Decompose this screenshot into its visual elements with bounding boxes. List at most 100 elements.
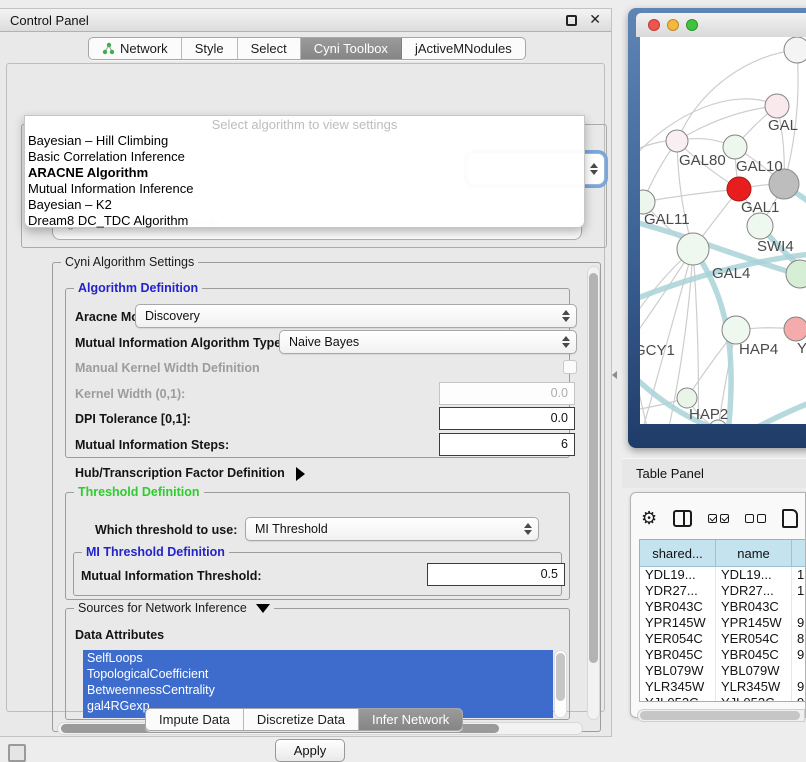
tab-impute-data[interactable]: Impute Data (146, 709, 244, 730)
tab-label: Select (251, 41, 287, 56)
apply-button[interactable]: Apply (275, 739, 345, 762)
mi-type-label: Mutual Information Algorithm Type: (75, 336, 285, 350)
network-node[interactable] (765, 94, 789, 118)
table-cell: YBR045C (716, 647, 792, 663)
attribute-list-item[interactable]: TopologicalCoefficient (83, 666, 553, 682)
cyni-toolbox-panel: gal-filtered.sif default node Select alg… (6, 63, 605, 712)
tab-jactivemnodules[interactable]: jActiveMNodules (402, 38, 525, 59)
settings-vertical-scrollbar[interactable] (587, 266, 600, 720)
network-edge[interactable] (640, 249, 693, 356)
cyni-bottom-tabbar: Impute DataDiscretize DataInfer Network (145, 708, 463, 731)
table-cell: YBR043C (716, 599, 792, 615)
attributes-scrollbar[interactable] (554, 650, 567, 718)
network-view-window[interactable]: GALGAL80GAL10GAL1GAL11SWI4GAL4GCY1HAP4YH… (628, 8, 806, 448)
dropdown-item[interactable]: Bayesian – K2 (25, 197, 584, 213)
table-column-header[interactable]: name (716, 540, 792, 567)
show-columns-icon[interactable] (708, 514, 729, 523)
table-cell: 8. (792, 631, 805, 647)
table-row[interactable]: YBR043CYBR043C (640, 599, 805, 615)
control-panel-tabbar: NetworkStyle Select Cyni ToolboxjActiveMNo… (88, 37, 526, 60)
new-table-icon[interactable] (782, 509, 798, 528)
network-node[interactable] (722, 316, 750, 344)
table-row[interactable]: YBR045CYBR045C9. (640, 647, 805, 663)
hub-definition-toggle[interactable]: Hub/Transcription Factor Definition (75, 466, 305, 481)
column-browser-icon[interactable] (673, 510, 692, 527)
attribute-list-item[interactable]: BetweennessCentrality (83, 682, 553, 698)
network-node-label: Y (797, 340, 806, 357)
tab-select[interactable]: Select (238, 38, 301, 59)
dropdown-item[interactable]: Basic Correlation Inference (25, 149, 584, 165)
network-node[interactable] (786, 260, 806, 288)
mi-threshold-input[interactable]: 0.5 (427, 563, 565, 586)
tab-network[interactable]: Network (89, 38, 182, 59)
settings-vscroll-thumb[interactable] (589, 273, 598, 663)
attribute-list-item[interactable]: SelfLoops (83, 650, 553, 666)
close-traffic-light-icon[interactable] (648, 19, 660, 31)
close-icon[interactable] (589, 11, 601, 28)
table-row[interactable]: YDL19...YDL19...13 (640, 567, 805, 583)
tab-discretize-data[interactable]: Discretize Data (244, 709, 359, 730)
network-node[interactable] (666, 130, 688, 152)
table-cell: 9. (792, 647, 805, 663)
tab-infer-network[interactable]: Infer Network (359, 709, 462, 730)
dpi-tolerance-input[interactable]: 0.0 (439, 407, 575, 430)
minimized-panel-icon[interactable] (8, 744, 26, 762)
network-edge-highlighted[interactable] (727, 402, 806, 424)
sources-title[interactable]: Sources for Network Inference (74, 601, 274, 615)
table-column-header[interactable]: A (792, 540, 805, 567)
node-table[interactable]: shared...nameA YDL19...YDL19...13YDR27..… (639, 539, 805, 702)
table-cell: 13 (792, 567, 805, 583)
table-cell: 9. (792, 695, 805, 702)
table-row[interactable]: YPR145WYPR145W9. (640, 615, 805, 631)
table-row[interactable]: YBL079WYBL079W (640, 663, 805, 679)
table-hscroll-thumb[interactable] (640, 711, 800, 720)
table-cell: YJL052C (716, 695, 792, 702)
sources-title-label: Sources for Network Inference (78, 601, 247, 615)
mi-threshold-label: Mutual Information Threshold: (81, 569, 262, 583)
table-cell: 12 (792, 583, 805, 599)
network-edge[interactable] (677, 106, 777, 141)
table-row[interactable]: YLR345WYLR345W9. (640, 679, 805, 695)
kernel-width-input[interactable]: 0.0 (439, 382, 575, 405)
network-node[interactable] (677, 388, 697, 408)
dropdown-header: Select algorithm to view settings (25, 117, 584, 133)
network-node[interactable] (784, 317, 806, 341)
splitpane-collapse-icon[interactable] (612, 371, 617, 379)
attributes-scrollbar-thumb[interactable] (556, 653, 565, 701)
table-horizontal-scrollbar[interactable] (637, 709, 805, 722)
mi-type-combobox[interactable]: Naive Bayes (279, 330, 577, 354)
network-node[interactable] (727, 177, 751, 201)
network-node-label: GAL10 (736, 158, 783, 175)
dropdown-item[interactable]: Mutual Information Inference (25, 181, 584, 197)
network-node[interactable] (747, 213, 773, 239)
collapse-arrow-icon (256, 604, 270, 613)
dropdown-item[interactable]: ARACNE Algorithm (25, 165, 584, 181)
which-threshold-combobox[interactable]: MI Threshold (245, 517, 539, 541)
dropdown-item[interactable]: Bayesian – Hill Climbing (25, 133, 584, 149)
dropdown-item[interactable]: Dream8 DC_TDC Algorithm (25, 213, 584, 229)
network-edge[interactable] (643, 189, 739, 202)
tab-style[interactable]: Style (182, 38, 238, 59)
zoom-traffic-light-icon[interactable] (686, 19, 698, 31)
table-column-header[interactable]: shared... (640, 540, 716, 567)
minimize-traffic-light-icon[interactable] (667, 19, 679, 31)
network-node[interactable] (677, 233, 709, 265)
table-row[interactable]: YJL052CYJL052C9. (640, 695, 805, 702)
tab-cyni-toolbox[interactable]: Cyni Toolbox (301, 38, 402, 59)
network-node[interactable] (784, 37, 806, 63)
network-canvas[interactable]: GALGAL80GAL10GAL1GAL11SWI4GAL4GCY1HAP4YH… (640, 37, 806, 424)
network-node-label: GAL4 (712, 265, 750, 282)
table-row[interactable]: YER054CYER054C8. (640, 631, 805, 647)
network-edge[interactable] (640, 141, 666, 158)
network-graph: GALGAL80GAL10GAL1GAL11SWI4GAL4GCY1HAP4YH… (640, 37, 806, 424)
float-window-icon[interactable] (566, 15, 577, 26)
table-cell: YBL079W (716, 663, 792, 679)
aracne-mode-combobox[interactable]: Discovery (135, 304, 577, 328)
network-node[interactable] (723, 135, 747, 159)
table-cell (792, 599, 805, 615)
hide-columns-icon[interactable] (745, 514, 766, 523)
mi-steps-input[interactable]: 6 (439, 433, 575, 456)
gear-icon[interactable] (641, 509, 657, 527)
table-row[interactable]: YDR27...YDR27...12 (640, 583, 805, 599)
manual-kernel-checkbox[interactable] (563, 360, 577, 374)
